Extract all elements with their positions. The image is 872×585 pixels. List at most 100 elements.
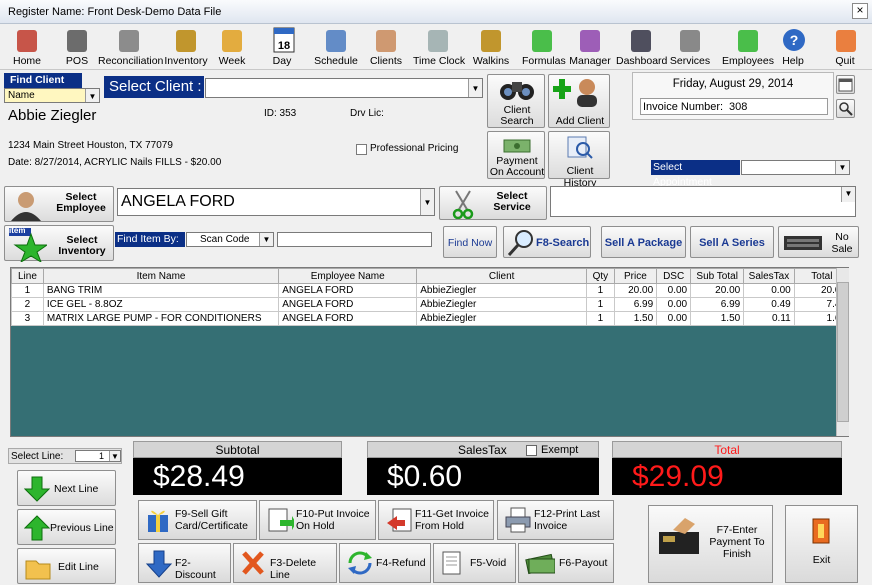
reconciliation-icon — [119, 30, 139, 52]
f6-payout-button[interactable]: F6-Payout — [518, 543, 614, 583]
select-appointment-dropdown[interactable]: ▼ — [741, 160, 850, 175]
column-header[interactable]: SalesTax — [743, 268, 795, 284]
column-header[interactable]: Line — [11, 268, 44, 284]
client-history-button[interactable]: Client History — [548, 131, 610, 189]
f10-hold-button[interactable]: F10-Put Invoice On Hold — [259, 500, 376, 540]
toolbar-quit-button[interactable]: Quit — [830, 24, 860, 70]
invoice-retrieve-icon — [387, 508, 412, 532]
toolbar-employees-button[interactable]: Employees — [719, 24, 777, 70]
f5-void-button[interactable]: F5-Void — [433, 543, 516, 583]
select-employee-button[interactable]: Select Employee — [4, 186, 114, 222]
svg-text:?: ? — [790, 32, 799, 48]
column-header[interactable]: Qty — [586, 268, 615, 284]
invoice-line-grid[interactable]: Line Item Name Employee Name Client Qty Price… — [10, 267, 849, 437]
column-header[interactable]: Employee Name — [278, 268, 418, 284]
previous-line-button[interactable]: Previous Line — [17, 509, 116, 545]
table-cell: 1.50 — [613, 311, 658, 326]
table-cell: 6.99 — [613, 297, 658, 312]
day-calendar-icon: 18 — [273, 27, 295, 53]
f4-refund-button[interactable]: F4-Refund — [339, 543, 431, 583]
toolbar-day-button[interactable]: 18 Day — [268, 24, 296, 70]
previous-line-label: Previous Line — [50, 522, 114, 534]
toolbar-label: Formulas — [522, 55, 566, 67]
chevron-down-icon: ▼ — [468, 79, 482, 97]
arrow-down-icon — [24, 476, 50, 502]
select-service-button[interactable]: Select Service — [439, 186, 547, 220]
column-header[interactable]: Item Name — [42, 268, 280, 284]
find-now-button[interactable]: Find Now — [443, 226, 497, 258]
table-cell: ANGELA FORD — [278, 311, 418, 326]
toolbar-week-button[interactable]: Week — [214, 24, 250, 70]
exempt-checkbox[interactable] — [526, 445, 537, 456]
toolbar-home-button[interactable]: Home — [8, 24, 46, 70]
toolbar-formulas-button[interactable]: Formulas — [522, 24, 566, 70]
credit-card-payment-icon — [659, 518, 699, 554]
f3-delete-line-button[interactable]: F3-Delete Line — [233, 543, 337, 583]
add-client-button[interactable]: Add Client — [548, 74, 610, 128]
select-inventory-button[interactable]: item Select Inventory — [4, 225, 114, 262]
next-line-button[interactable]: Next Line — [17, 470, 116, 506]
toolbar-reconciliation-button[interactable]: Reconciliation — [98, 24, 163, 70]
toolbar-pos-button[interactable]: POS — [58, 24, 96, 70]
professional-pricing-checkbox[interactable] — [356, 144, 367, 155]
f12-print-button[interactable]: F12-Print Last Invoice — [497, 500, 614, 540]
select-client-dropdown[interactable]: ▼ — [205, 78, 483, 98]
toolbar-manager-button[interactable]: Manager — [568, 24, 612, 70]
toolbar-schedule-button[interactable]: Schedule — [312, 24, 360, 70]
toolbar-label: Manager — [569, 55, 611, 67]
client-search-button[interactable]: Client Search — [487, 74, 545, 128]
f11-get-invoice-button[interactable]: F11-Get Invoice From Hold — [378, 500, 494, 540]
service-dropdown[interactable]: ▼ — [550, 186, 856, 217]
f2-discount-button[interactable]: F2-Discount — [138, 543, 231, 583]
payment-on-account-button[interactable]: Payment On Account — [487, 131, 545, 179]
chevron-down-icon: ▼ — [841, 187, 855, 202]
grid-scrollbar[interactable] — [836, 268, 849, 436]
sell-package-button[interactable]: Sell A Package — [601, 226, 686, 258]
find-item-by-select[interactable]: Scan Code ▼ — [186, 232, 274, 247]
chevron-down-icon: ▼ — [420, 189, 434, 215]
table-cell: 1 — [11, 283, 44, 298]
column-header[interactable]: DSC — [656, 268, 692, 284]
table-cell: 20.00 — [690, 283, 745, 298]
window-close-button[interactable]: × — [852, 3, 868, 19]
no-sale-button[interactable]: No Sale — [778, 226, 859, 258]
toolbar-services-button[interactable]: Services — [669, 24, 711, 70]
edit-line-button[interactable]: Edit Line — [17, 548, 116, 584]
exit-button[interactable]: Exit — [785, 505, 858, 583]
select-line-dropdown[interactable]: 1 ▼ — [75, 450, 121, 462]
find-client-by-select[interactable]: Name ▼ — [4, 88, 100, 103]
toolbar-clients-button[interactable]: Clients — [366, 24, 406, 70]
column-header[interactable]: Sub Total — [690, 268, 745, 284]
professional-pricing-label: Professional Pricing — [370, 143, 459, 154]
table-cell: 1 — [586, 311, 615, 326]
f8-search-button[interactable]: F8-Search — [503, 226, 591, 258]
client-search-label: Client Search — [500, 104, 534, 127]
column-header[interactable]: Client — [416, 268, 588, 284]
table-cell: 2 — [11, 297, 44, 312]
f9-gift-card-button[interactable]: F9-Sell Gift Card/Certificate — [138, 500, 257, 540]
column-header[interactable]: Price — [613, 268, 658, 284]
toolbar-dashboard-button[interactable]: Dashboard — [616, 24, 667, 70]
employee-dropdown[interactable]: ANGELA FORD ▼ — [117, 188, 435, 216]
f7-enter-payment-button[interactable]: F7-Enter Payment To Finish — [648, 505, 773, 583]
toolbar-walkins-button[interactable]: Walkins — [471, 24, 511, 70]
table-row[interactable]: 1 BANG TRIM ANGELA FORD AbbieZiegler 1 20.00 0… — [11, 283, 848, 298]
week-calendar-icon — [222, 30, 242, 52]
sell-series-button[interactable]: Sell A Series — [690, 226, 774, 258]
calendar-button[interactable] — [836, 75, 855, 94]
toolbar-label: POS — [65, 55, 89, 67]
toolbar-time-clock-button[interactable]: Time Clock — [413, 24, 465, 70]
table-row[interactable]: 3 MATRIX LARGE PUMP - FOR CONDITIONERS ANG… — [11, 311, 848, 326]
item-badge: item — [9, 226, 26, 235]
scrollbar-thumb[interactable] — [837, 282, 849, 422]
f6-label: F6-Payout — [559, 557, 608, 569]
item-search-input[interactable] — [277, 232, 432, 247]
next-line-label: Next Line — [54, 483, 99, 495]
table-row[interactable]: 2 ICE GEL - 8.8OZ ANGELA FORD AbbieZiegler 1… — [11, 297, 848, 312]
toolbar-help-button[interactable]: ? Help — [778, 24, 808, 70]
toolbar-inventory-button[interactable]: Inventory — [162, 24, 210, 70]
invoice-search-button[interactable] — [836, 99, 855, 118]
invoice-hold-icon — [268, 508, 294, 532]
void-document-icon — [442, 551, 461, 575]
folder-icon — [25, 560, 51, 580]
